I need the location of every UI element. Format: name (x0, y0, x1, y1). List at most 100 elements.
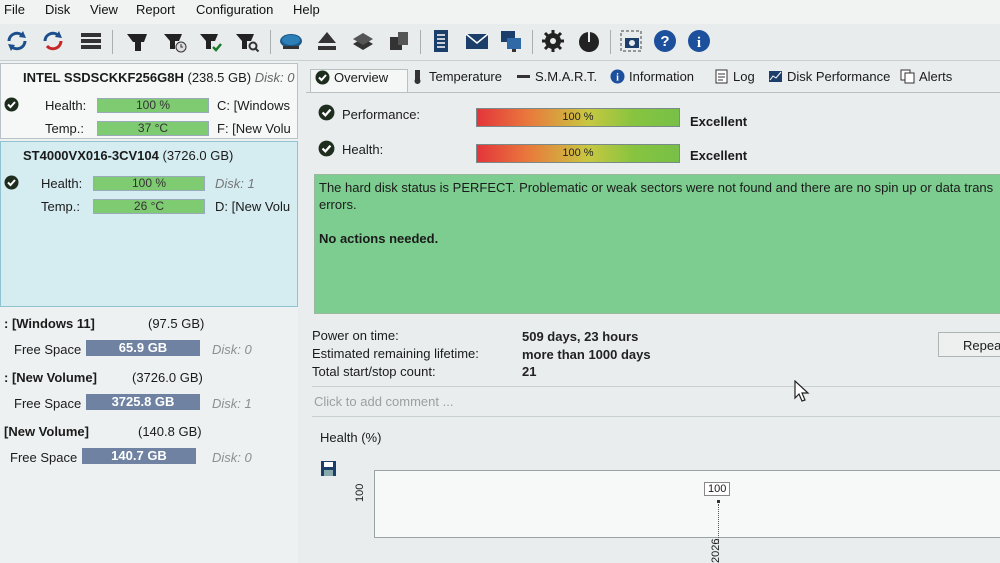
menu-help[interactable]: Help (293, 2, 320, 17)
save-icon[interactable] (320, 460, 337, 477)
check-icon (315, 70, 330, 85)
power-on-value: 509 days, 23 hours (522, 329, 639, 344)
startstop-label: Total start/stop count: (312, 364, 436, 379)
svg-text:i: i (697, 35, 701, 51)
disk-list-pane: INTEL SSDSCKKF256G8H (238.5 GB) Disk: 0 … (0, 61, 298, 563)
tab-log[interactable]: Log (714, 69, 755, 91)
health-chart (374, 470, 1000, 538)
volume-name: [New Volume] (4, 424, 89, 439)
health-rating: Excellent (690, 148, 748, 163)
volume-name: : [New Volume] (4, 370, 97, 385)
health-bar: 100 % (93, 176, 205, 191)
free-space-bar: 3725.8 GB (86, 394, 200, 410)
tab-temperature[interactable]: Temperature (410, 69, 502, 91)
toolbar-separator (532, 30, 533, 54)
volume-item[interactable]: : [New Volume] (3726.0 GB) Free Space 37… (0, 367, 296, 421)
mouse-cursor-icon (794, 379, 810, 402)
temp-bar: 37 °C (97, 121, 209, 136)
x-tick-label: 2026 (710, 538, 722, 563)
refresh-icon[interactable] (4, 28, 30, 54)
volume-label: C: [Windows (217, 98, 290, 113)
tab-label: S.M.A.R.T. (535, 69, 598, 84)
hdd-search-icon[interactable] (234, 28, 260, 54)
tab-disk-performance[interactable]: Disk Performance (768, 69, 890, 91)
menu-file[interactable]: File (4, 2, 25, 17)
tab-label: Temperature (429, 69, 502, 84)
disk-stack-icon[interactable] (350, 28, 376, 54)
lifetime-label: Estimated remaining lifetime: (312, 346, 479, 361)
comment-field[interactable]: Click to add comment ... (314, 394, 453, 409)
menu-report[interactable]: Report (136, 2, 175, 17)
divider (312, 386, 1000, 387)
power-icon[interactable] (576, 28, 602, 54)
notes-icon[interactable] (428, 28, 454, 54)
svg-text:i: i (616, 73, 619, 84)
settings-icon[interactable] (540, 28, 566, 54)
eject-icon[interactable] (314, 28, 340, 54)
network-icon[interactable] (498, 28, 524, 54)
health-ok-icon (318, 140, 335, 157)
health-label: Health: (41, 176, 83, 191)
volume-item[interactable]: : [Windows 11] (97.5 GB) Free Space 65.9… (0, 313, 296, 367)
divider (312, 416, 1000, 417)
info-icon[interactable]: i (686, 28, 712, 54)
toolbar: ? i (0, 24, 1000, 61)
overview-pane: Overview Temperature S.M.A.R.T. i Informa… (306, 66, 1000, 563)
repeat-button[interactable]: Repeat (938, 332, 1000, 357)
menu-view[interactable]: View (90, 2, 118, 17)
mail-icon[interactable] (464, 28, 490, 54)
performance-ok-icon (318, 104, 335, 121)
globe-icon[interactable] (278, 28, 304, 54)
free-space-bar: 140.7 GB (82, 448, 196, 464)
disk-name: ST4000VX016-3CV104 (3726.0 GB) (23, 148, 234, 163)
disk-item-seagate[interactable]: ST4000VX016-3CV104 (3726.0 GB) Health: 1… (0, 141, 298, 307)
temp-bar: 26 °C (93, 199, 205, 214)
status-message: The hard disk status is PERFECT. Problem… (319, 180, 994, 212)
refresh-all-icon[interactable] (40, 28, 66, 54)
hdd-icon[interactable] (124, 28, 150, 54)
tab-label: Information (629, 69, 695, 84)
tab-bar: Overview Temperature S.M.A.R.T. i Informa… (306, 66, 1000, 93)
volume-item[interactable]: [New Volume] (140.8 GB) Free Space 140.7… (0, 421, 296, 475)
tab-information[interactable]: i Information (610, 69, 694, 91)
power-on-label: Power on time: (312, 328, 399, 343)
menu-configuration[interactable]: Configuration (196, 2, 273, 17)
hdd-clock-icon[interactable] (162, 28, 188, 54)
toolbar-separator (270, 30, 271, 54)
volume-size: (97.5 GB) (148, 316, 205, 331)
free-space-label: Free Space (10, 450, 78, 465)
temp-label: Temp.: (41, 199, 81, 214)
screenshot-icon[interactable] (618, 28, 644, 54)
info-icon: i (610, 69, 625, 84)
action-text: No actions needed. (319, 231, 439, 246)
free-space-label: Free Space (14, 396, 82, 411)
lifetime-value: more than 1000 days (522, 347, 651, 362)
volume-disk: Disk: 0 (212, 450, 252, 465)
ok-check-icon (4, 175, 19, 190)
thermometer-icon (410, 69, 425, 84)
menu-disk[interactable]: Disk (45, 2, 70, 17)
toolbar-separator (610, 30, 611, 54)
free-space-bar: 65.9 GB (86, 340, 200, 356)
temp-label: Temp.: (45, 121, 85, 136)
hdd-check-icon[interactable] (198, 28, 224, 54)
chart-title: Health (%) (320, 430, 382, 445)
tab-smart[interactable]: S.M.A.R.T. (516, 69, 597, 91)
help-icon[interactable]: ? (652, 28, 678, 54)
free-space-label: Free Space (14, 342, 82, 357)
health-label: Health: (45, 98, 87, 113)
health-label: Health: (342, 142, 384, 157)
chart-icon (768, 69, 783, 84)
disk-list-icon[interactable] (78, 28, 104, 54)
smart-icon (516, 69, 531, 84)
data-point (717, 500, 720, 503)
disk-item-intel[interactable]: INTEL SSDSCKKF256G8H (238.5 GB) Disk: 0 … (0, 63, 298, 139)
performance-label: Performance: (342, 107, 421, 122)
tab-alerts[interactable]: Alerts (900, 69, 952, 91)
tab-label: Overview (334, 70, 389, 85)
tab-label: Disk Performance (787, 69, 891, 84)
tab-label: Log (733, 69, 755, 84)
disk-box-icon[interactable] (386, 28, 412, 54)
volume-disk: Disk: 0 (212, 342, 252, 357)
tab-overview[interactable]: Overview (310, 69, 408, 92)
